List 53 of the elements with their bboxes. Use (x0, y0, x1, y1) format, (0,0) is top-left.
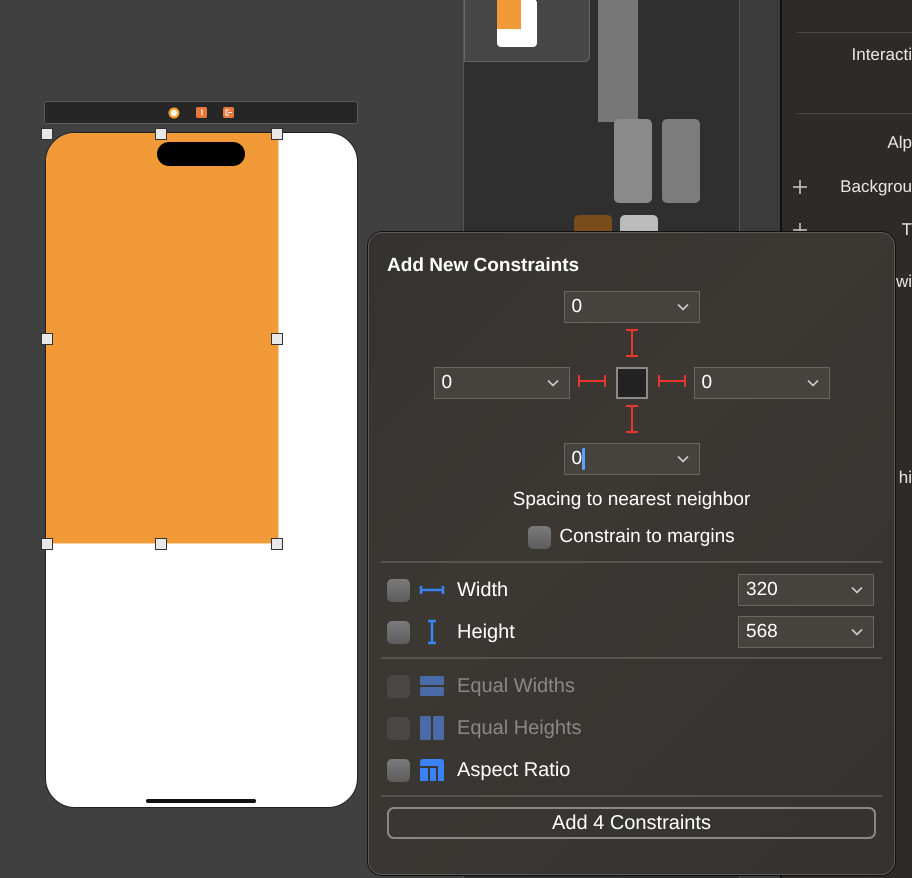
checkbox[interactable] (387, 620, 410, 644)
resize-handle[interactable] (155, 128, 167, 140)
aspect-ratio-icon (419, 757, 445, 783)
spacing-dropdown[interactable]: 0 (434, 367, 570, 399)
resize-handle[interactable] (271, 538, 283, 550)
checkbox-label: Constrain to margins (559, 526, 735, 548)
constraint-label: Aspect Ratio (457, 758, 570, 782)
inspector-label: Alp (887, 133, 912, 153)
inspector-label: Interacti (852, 45, 912, 65)
chevron-down-icon (676, 455, 688, 463)
checkbox[interactable] (528, 526, 552, 548)
spacing-dropdown[interactable]: 0 (564, 291, 700, 323)
resize-handle[interactable] (41, 538, 53, 550)
resize-handle[interactable] (41, 333, 53, 345)
popover-title: Add New Constraints (387, 255, 580, 277)
equal-widths-icon (419, 673, 445, 699)
resize-handle[interactable] (41, 128, 53, 140)
spacing-beam-icon (658, 374, 686, 388)
spacing-beam-icon (578, 374, 606, 388)
size-dropdown[interactable]: 568 (738, 616, 874, 648)
inspector-label: wi (896, 272, 912, 292)
view-square-icon (616, 367, 648, 399)
spacing-beam-icon (624, 404, 638, 432)
resize-handle[interactable] (271, 128, 283, 140)
spacing-dropdown[interactable]: 0 (694, 367, 830, 399)
content-view[interactable] (46, 133, 278, 543)
constraint-label: Width (457, 578, 508, 602)
inspector-label: Backgrou (840, 177, 912, 197)
scene-thumbnail[interactable] (464, 0, 590, 62)
checkbox[interactable] (387, 758, 410, 782)
exit-icon[interactable] (223, 107, 234, 118)
chevron-down-icon (806, 379, 818, 387)
spacing-caption: Spacing to nearest neighbor (512, 489, 752, 511)
constraint-label: Height (457, 620, 515, 644)
inspector-label: hi (898, 468, 912, 488)
constraint-label: Equal Heights (457, 716, 582, 740)
spacing-dropdown[interactable]: 0 (564, 443, 700, 475)
circle-icon[interactable] (168, 106, 180, 118)
size-dropdown[interactable]: 320 (738, 574, 874, 606)
plus-icon[interactable] (792, 179, 808, 195)
chevron-down-icon (676, 303, 688, 311)
add-constraints-button[interactable]: Add 4 Constraints (387, 807, 876, 839)
spacing-beam-icon (624, 328, 638, 356)
resize-handle[interactable] (271, 333, 283, 345)
chevron-down-icon (851, 586, 863, 594)
resize-handle[interactable] (155, 538, 167, 550)
inspector-label: T (902, 220, 912, 240)
equal-heights-icon (419, 715, 445, 741)
chevron-down-icon (546, 379, 558, 387)
checkbox[interactable] (387, 578, 410, 602)
constraint-label: Equal Widths (457, 674, 575, 698)
chevron-down-icon (851, 628, 863, 636)
cube-icon[interactable] (196, 107, 207, 118)
